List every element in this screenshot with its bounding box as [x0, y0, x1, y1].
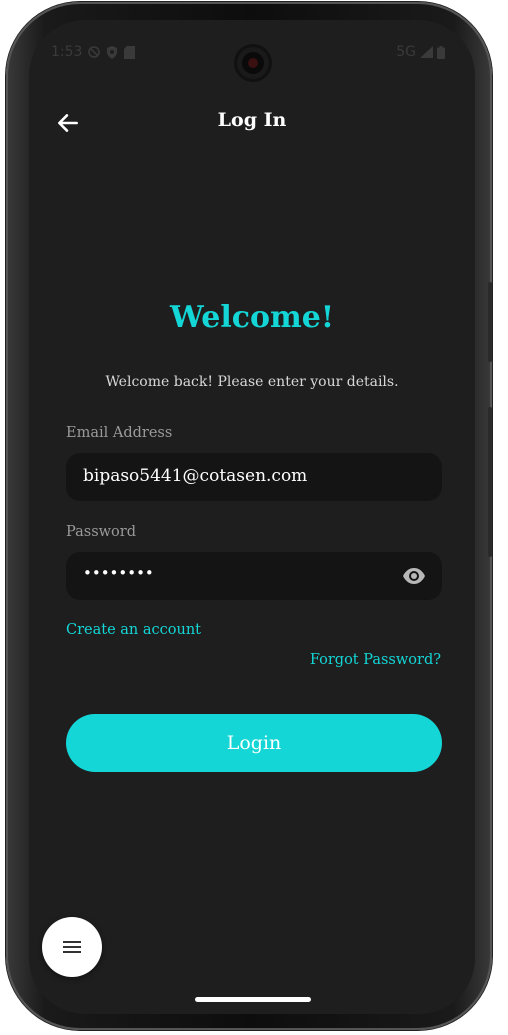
create-account-link[interactable]: Create an account	[66, 622, 201, 638]
email-label: Email Address	[66, 425, 173, 441]
app-header: Log In	[29, 105, 475, 137]
battery-icon	[437, 45, 445, 59]
home-indicator[interactable]	[195, 997, 311, 1002]
email-field[interactable]: bipaso5441@cotasen.com	[66, 453, 442, 501]
power-button	[488, 282, 492, 362]
app-screen: 1:53 5G Log In Welcome! Welcome back! Pl…	[29, 20, 475, 1014]
password-field[interactable]: ••••••••	[66, 552, 442, 600]
page-title: Log In	[217, 109, 287, 131]
status-time: 1:53	[51, 44, 83, 60]
welcome-subtitle: Welcome back! Please enter your details.	[105, 374, 399, 390]
status-right: 5G	[396, 44, 445, 60]
menu-fab-button[interactable]	[42, 917, 102, 977]
phone-frame: 1:53 5G Log In Welcome! Welcome back! Pl…	[6, 2, 492, 1030]
sd-card-icon	[124, 45, 136, 59]
login-button[interactable]: Login	[66, 714, 442, 772]
shield-icon	[107, 45, 118, 59]
forgot-password-link[interactable]: Forgot Password?	[310, 652, 441, 668]
front-camera	[237, 47, 269, 79]
network-type: 5G	[396, 44, 416, 60]
volume-button	[488, 407, 492, 557]
dnd-icon	[88, 46, 101, 58]
welcome-heading: Welcome!	[169, 300, 334, 335]
eye-icon[interactable]	[402, 566, 426, 586]
password-label: Password	[66, 524, 136, 540]
password-value: ••••••••	[83, 564, 154, 582]
email-value: bipaso5441@cotasen.com	[83, 466, 308, 486]
status-left: 1:53	[51, 44, 136, 60]
signal-icon	[420, 46, 433, 58]
hamburger-menu-icon	[63, 941, 81, 953]
